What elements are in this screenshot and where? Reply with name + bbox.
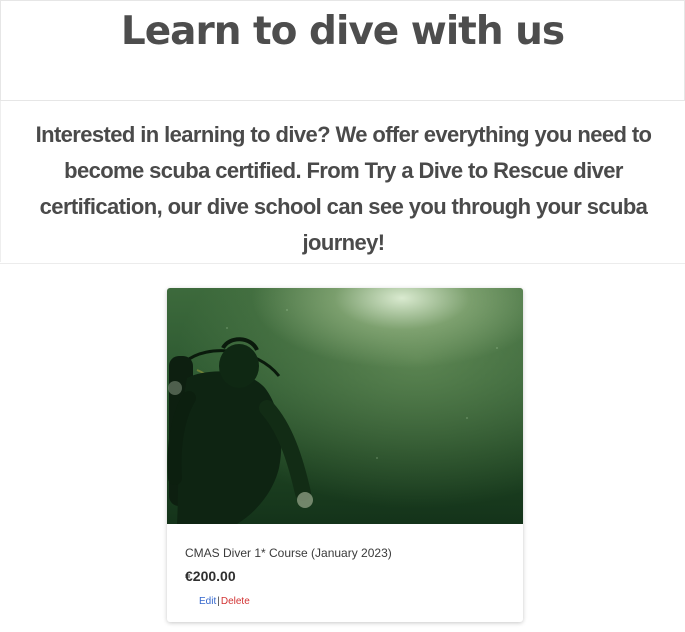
product-price: €200.00 (185, 568, 236, 584)
diver-silhouette-icon (167, 309, 498, 524)
product-image[interactable] (167, 288, 523, 524)
page: Learn to dive with us Interested in lear… (0, 0, 685, 632)
separator: | (217, 596, 220, 607)
delete-link[interactable]: Delete (221, 596, 250, 607)
divider (0, 263, 685, 264)
intro-text: Interested in learning to dive? We offer… (35, 122, 652, 255)
product-actions: Edit|Delete (199, 596, 250, 607)
edit-link[interactable]: Edit (199, 596, 216, 607)
intro-section: Interested in learning to dive? We offer… (0, 101, 685, 262)
product-card[interactable]: CMAS Diver 1* Course (January 2023) €200… (167, 288, 523, 622)
page-title: Learn to dive with us (120, 9, 565, 54)
product-title[interactable]: CMAS Diver 1* Course (January 2023) (185, 546, 392, 560)
hero-title-section: Learn to dive with us (0, 0, 685, 100)
